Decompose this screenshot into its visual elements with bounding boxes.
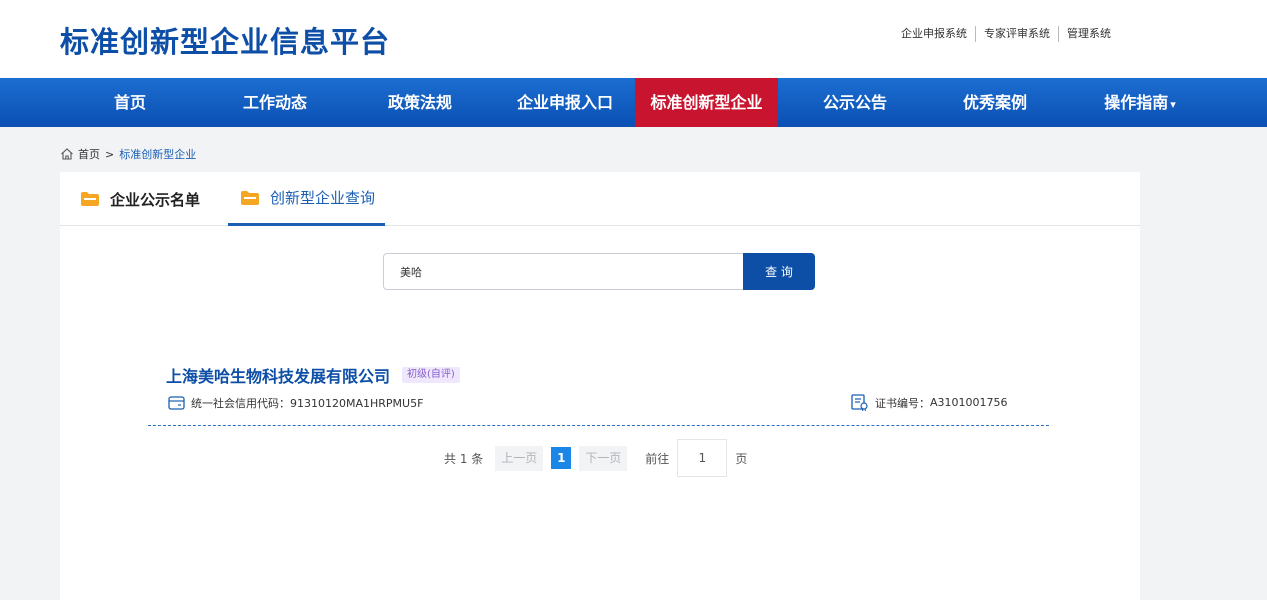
company-name-link[interactable]: 上海美哈生物科技发展有限公司	[166, 363, 390, 387]
nav-item-home[interactable]: 首页	[60, 78, 200, 127]
pagination-total: 共 1 条	[444, 451, 484, 466]
top-link-expert-review[interactable]: 专家评审系统	[975, 26, 1058, 42]
top-link-admin[interactable]: 管理系统	[1058, 26, 1119, 42]
breadcrumb-separator: >	[105, 147, 115, 161]
site-header: 标准创新型企业信息平台 企业申报系统 专家评审系统 管理系统	[0, 0, 1267, 78]
goto-label: 前往	[645, 451, 670, 466]
prev-page-button[interactable]: 上一页	[495, 445, 544, 471]
tab-enterprise-query[interactable]: 创新型企业查询	[228, 172, 385, 226]
card-icon	[168, 396, 185, 410]
page-unit-label: 页	[735, 451, 748, 466]
nav-item-innovative-enterprise[interactable]: 标准创新型企业	[635, 78, 778, 127]
nav-item-announcements[interactable]: 公示公告	[785, 78, 925, 127]
result-item: 上海美哈生物科技发展有限公司 初级(自评) 统一社会信用代码： 91310120…	[148, 362, 1049, 426]
main-panel: 企业公示名单 创新型企业查询 查 询 上海美哈生物科技发展有限公司 初级(自评)…	[60, 172, 1140, 600]
site-title[interactable]: 标准创新型企业信息平台	[60, 22, 390, 62]
breadcrumb-home[interactable]: 首页	[78, 146, 100, 162]
page-number-button[interactable]: 1	[551, 447, 572, 469]
search-button[interactable]: 查 询	[743, 253, 815, 290]
nav-item-declaration-entry[interactable]: 企业申报入口	[495, 78, 635, 127]
nav-item-guide-label: 操作指南	[1104, 93, 1169, 112]
credit-code-value: 91310120MA1HRPMU5F	[290, 396, 424, 410]
tab-enterprise-query-label: 创新型企业查询	[270, 189, 376, 207]
top-links: 企业申报系统 专家评审系统 管理系统	[893, 26, 1119, 42]
nav-item-guide[interactable]: 操作指南 ▾	[1065, 78, 1215, 127]
top-link-enterprise-declaration[interactable]: 企业申报系统	[893, 26, 975, 42]
nav-item-news[interactable]: 工作动态	[205, 78, 345, 127]
tab-public-list[interactable]: 企业公示名单	[80, 172, 200, 226]
cert-number-value: A3101001756	[930, 396, 1008, 409]
nav-item-policy[interactable]: 政策法规	[350, 78, 490, 127]
breadcrumb-current[interactable]: 标准创新型企业	[119, 146, 196, 162]
credit-code-label: 统一社会信用代码：	[191, 397, 290, 410]
home-icon	[61, 148, 73, 160]
folder-icon	[241, 190, 259, 205]
goto-page-input[interactable]	[677, 439, 728, 477]
breadcrumb: 首页 > 标准创新型企业	[60, 146, 196, 162]
main-nav: 首页 工作动态 政策法规 企业申报入口 标准创新型企业 公示公告 优秀案例 操作…	[0, 78, 1267, 127]
search-input[interactable]	[383, 253, 745, 290]
folder-icon	[81, 192, 99, 206]
certificate-row: 证书编号： A3101001756	[851, 394, 1008, 411]
chevron-down-icon: ▾	[1170, 98, 1176, 111]
certificate-icon	[851, 394, 868, 411]
pagination: 共 1 条 上一页 1 下一页 前往 页	[444, 439, 747, 477]
tab-public-list-label: 企业公示名单	[110, 190, 201, 209]
nav-item-cases[interactable]: 优秀案例	[925, 78, 1065, 127]
level-badge: 初级(自评)	[402, 367, 460, 383]
credit-code-row: 统一社会信用代码： 91310120MA1HRPMU5F	[168, 395, 423, 411]
cert-number-label: 证书编号：	[875, 396, 930, 410]
tab-bar: 企业公示名单 创新型企业查询	[60, 172, 1140, 226]
next-page-button[interactable]: 下一页	[579, 445, 628, 471]
